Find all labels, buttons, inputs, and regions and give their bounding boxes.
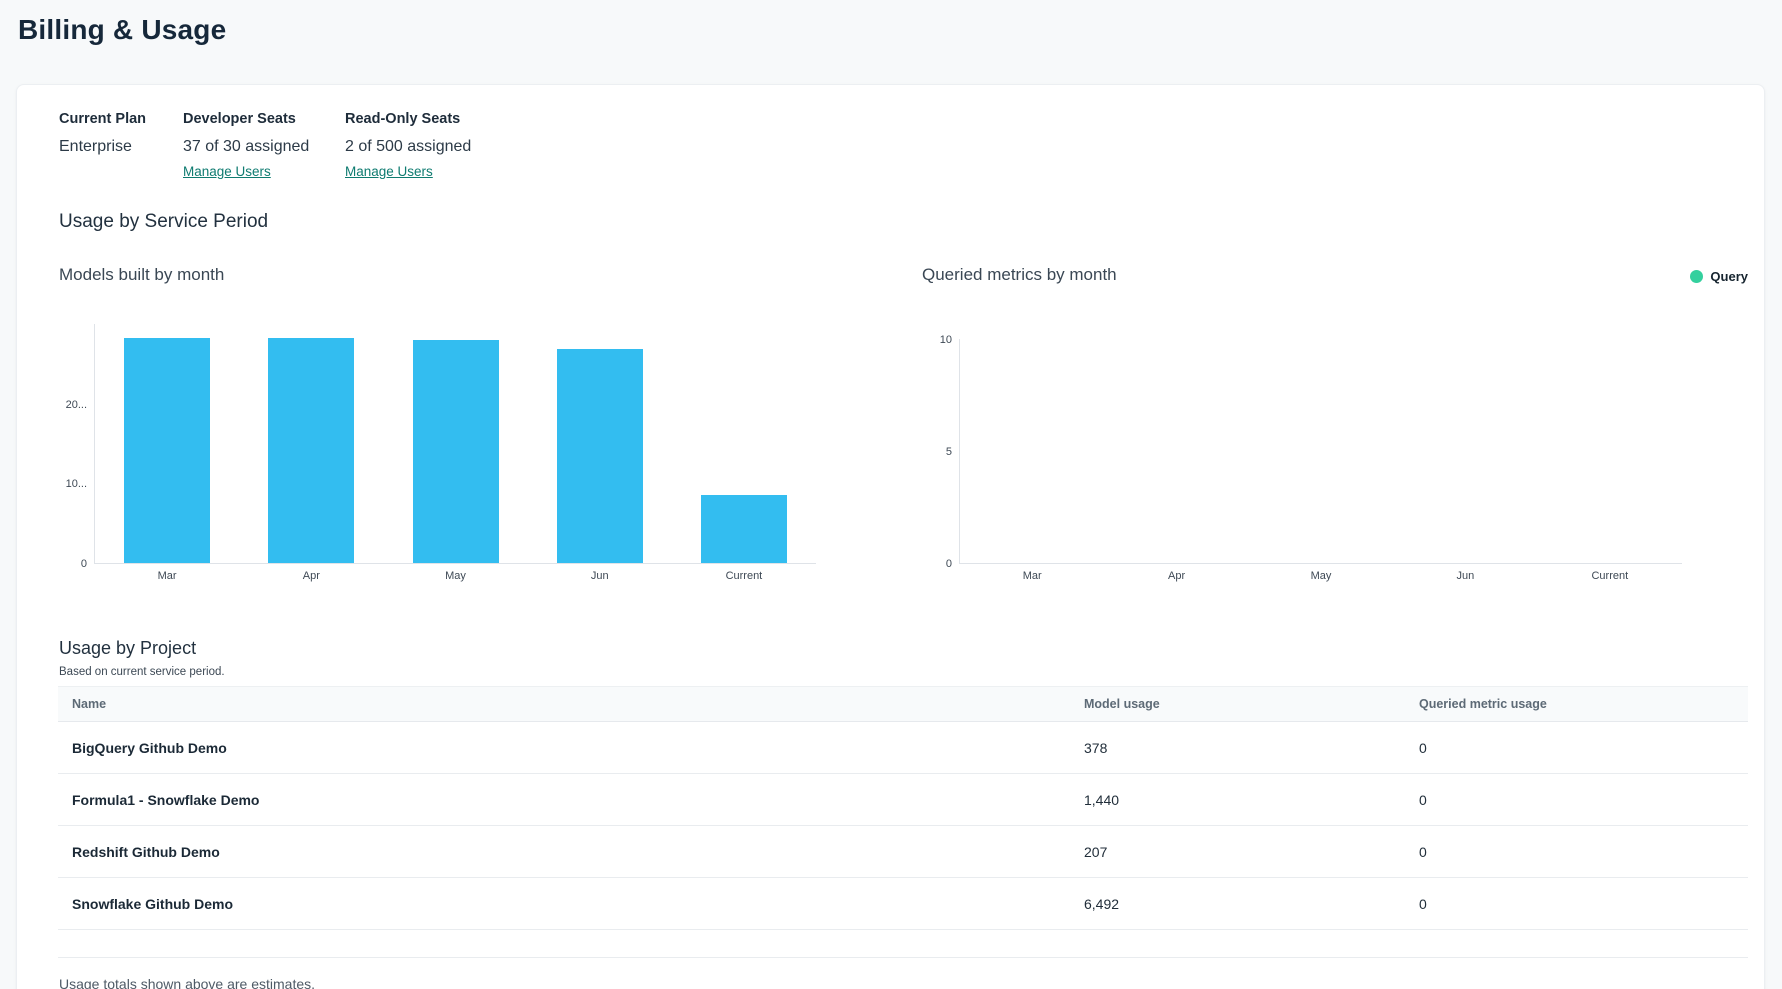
usage-by-project-table: Name Model usage Queried metric usage Bi… <box>58 686 1748 958</box>
queried-metric-usage-value: 0 <box>1419 792 1748 808</box>
table-header-row: Name Model usage Queried metric usage <box>58 686 1748 722</box>
bar-slot: May <box>1249 339 1393 563</box>
x-tick-label: Jun <box>1393 570 1537 582</box>
bar-slot: Jun <box>1393 339 1537 563</box>
queried-metric-usage-value: 0 <box>1419 896 1748 912</box>
billing-card: Current Plan Enterprise Developer Seats … <box>16 84 1765 989</box>
column-header-model-usage: Model usage <box>1084 697 1419 711</box>
model-usage-value: 6,492 <box>1084 896 1419 912</box>
model-usage-value: 207 <box>1084 844 1419 860</box>
project-name: BigQuery Github Demo <box>58 740 1084 756</box>
x-tick-label: Apr <box>239 570 383 582</box>
bar-slot: Apr <box>1104 339 1248 563</box>
project-name: Redshift Github Demo <box>58 844 1084 860</box>
x-tick-label: Current <box>672 570 816 582</box>
read-only-seats-column: Read-Only Seats 2 of 500 assigned Manage… <box>345 111 471 181</box>
bar-slot: Jun <box>528 324 672 563</box>
bar-slot: Current <box>1538 339 1682 563</box>
chart-title: Queried metrics by month <box>922 265 1682 285</box>
table-row: Snowflake Github Demo6,4920 <box>58 878 1748 930</box>
usage-by-project-title: Usage by Project <box>59 638 196 659</box>
bar-slot: Current <box>672 324 816 563</box>
y-tick-label: 10 <box>940 333 952 347</box>
project-name: Snowflake Github Demo <box>58 896 1084 912</box>
model-usage-value: 378 <box>1084 740 1419 756</box>
bar-slot: Mar <box>95 324 239 563</box>
chart-plot: 0510 MarAprMayJunCurrent <box>922 339 1682 564</box>
chart-title: Models built by month <box>59 265 816 285</box>
bar-slot: Mar <box>960 339 1104 563</box>
x-tick-label: Jun <box>528 570 672 582</box>
plot-area: MarAprMayJunCurrent <box>94 324 816 564</box>
y-tick-label: 20... <box>66 398 87 412</box>
queried-metric-usage-value: 0 <box>1419 740 1748 756</box>
x-tick-label: Mar <box>95 570 239 582</box>
bar[interactable] <box>557 349 643 563</box>
developer-seats-column: Developer Seats 37 of 30 assigned Manage… <box>183 111 345 181</box>
current-plan-value: Enterprise <box>59 138 183 156</box>
legend-dot-icon <box>1690 270 1703 283</box>
y-tick-label: 5 <box>946 445 952 459</box>
manage-users-link-readonly[interactable]: Manage Users <box>345 164 433 179</box>
table-row: Formula1 - Snowflake Demo1,4400 <box>58 774 1748 826</box>
x-tick-label: May <box>1249 570 1393 582</box>
bar-slot: Apr <box>239 324 383 563</box>
y-tick-label: 0 <box>946 557 952 571</box>
current-plan-label: Current Plan <box>59 111 183 127</box>
column-header-name: Name <box>58 697 1084 711</box>
bar[interactable] <box>701 495 787 564</box>
read-only-seats-label: Read-Only Seats <box>345 111 471 127</box>
models-built-chart: Models built by month 010...20... MarApr… <box>59 265 816 564</box>
bar[interactable] <box>413 340 499 563</box>
page-title: Billing & Usage <box>18 14 226 46</box>
y-axis: 010...20... <box>59 324 94 564</box>
developer-seats-value: 37 of 30 assigned <box>183 138 345 156</box>
developer-seats-label: Developer Seats <box>183 111 345 127</box>
x-tick-label: Current <box>1538 570 1682 582</box>
bar[interactable] <box>124 338 210 563</box>
x-tick-label: Apr <box>1104 570 1248 582</box>
y-tick-label: 10... <box>66 477 87 491</box>
plot-area: MarAprMayJunCurrent <box>959 339 1682 564</box>
x-tick-label: Mar <box>960 570 1104 582</box>
queried-metric-usage-value: 0 <box>1419 844 1748 860</box>
model-usage-value: 1,440 <box>1084 792 1419 808</box>
chart-plot: 010...20... MarAprMayJunCurrent <box>59 324 816 564</box>
read-only-seats-value: 2 of 500 assigned <box>345 138 471 156</box>
project-name: Formula1 - Snowflake Demo <box>58 792 1084 808</box>
y-axis: 0510 <box>922 339 959 564</box>
plan-summary: Current Plan Enterprise Developer Seats … <box>59 111 471 181</box>
legend-label: Query <box>1710 269 1748 284</box>
chart-legend-query[interactable]: Query <box>1690 269 1748 284</box>
queried-metrics-chart: Queried metrics by month 0510 MarAprMayJ… <box>922 265 1682 564</box>
table-row: BigQuery Github Demo3780 <box>58 722 1748 774</box>
bar[interactable] <box>268 338 354 563</box>
manage-users-link-developer[interactable]: Manage Users <box>183 164 271 179</box>
table-footer-spacer <box>58 930 1748 958</box>
table-body: BigQuery Github Demo3780Formula1 - Snowf… <box>58 722 1748 930</box>
usage-by-service-period-title: Usage by Service Period <box>59 211 268 233</box>
usage-estimates-footnote: Usage totals shown above are estimates. <box>59 976 315 989</box>
table-row: Redshift Github Demo2070 <box>58 826 1748 878</box>
y-tick-label: 0 <box>81 557 87 571</box>
billing-usage-page: Billing & Usage Current Plan Enterprise … <box>0 0 1782 989</box>
bar-slot: May <box>383 324 527 563</box>
usage-by-project-subtitle: Based on current service period. <box>59 666 225 678</box>
x-tick-label: May <box>383 570 527 582</box>
column-header-queried-metric-usage: Queried metric usage <box>1419 697 1748 711</box>
current-plan-column: Current Plan Enterprise <box>59 111 183 181</box>
